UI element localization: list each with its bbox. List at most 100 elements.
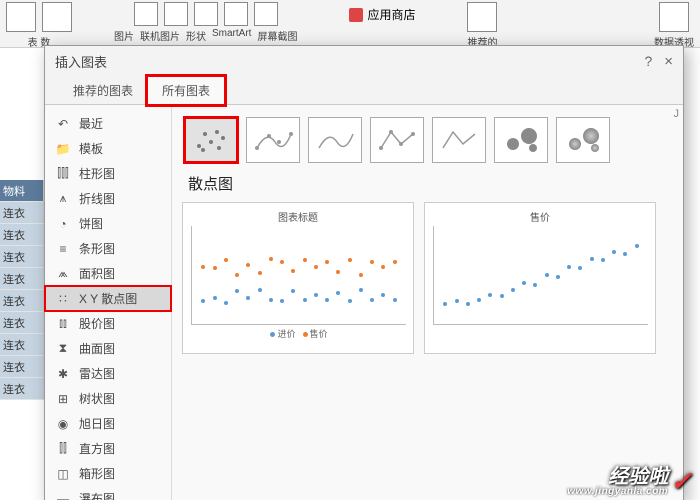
sidebar-item-14[interactable]: ◫ 箱形图 bbox=[45, 461, 171, 486]
sidebar-item-1[interactable]: 📁模板 bbox=[45, 136, 171, 161]
sidebar-item-label: 瀑布图 bbox=[79, 490, 115, 500]
sidebar-item-icon: ⩚ bbox=[55, 192, 71, 206]
app-store-button[interactable]: 应用商店 bbox=[349, 6, 415, 23]
sidebar-item-label: 柱形图 bbox=[79, 165, 115, 182]
preview1-plot bbox=[191, 226, 406, 325]
scatter-lines-icon bbox=[439, 124, 479, 156]
sidebar-item-2[interactable]: ⫿⫿⫿ 柱形图 bbox=[45, 161, 171, 186]
chart-main-panel: 散点图 图表标题 进价 售价 售价 bbox=[172, 105, 683, 500]
sidebar-item-0[interactable]: ↶ 最近 bbox=[45, 111, 171, 136]
bubble-3d-icon bbox=[563, 124, 603, 156]
dialog-tabs: 推荐的图表 所有图表 bbox=[45, 76, 683, 105]
sheet-cell: 连衣 bbox=[0, 312, 44, 334]
subtype-scatter-lines[interactable] bbox=[432, 117, 486, 163]
sidebar-item-icon: ⫿⫿ bbox=[55, 442, 71, 456]
sidebar-item-13[interactable]: ⫿⫿直方图 bbox=[45, 436, 171, 461]
sidebar-item-icon: ◫ bbox=[55, 467, 71, 481]
sidebar-item-9[interactable]: ⧗曲面图 bbox=[45, 336, 171, 361]
sidebar-item-label: 最近 bbox=[79, 115, 103, 132]
insert-chart-dialog: 插入图表 ? × 推荐的图表 所有图表 ↶最近📁模板⫿⫿⫿柱形图⩚折线图◔饼图≡… bbox=[44, 45, 684, 500]
sidebar-item-label: 箱形图 bbox=[79, 465, 115, 482]
ribbon-icon-online-picture[interactable] bbox=[164, 2, 188, 26]
sheet-header-cell: 物料 bbox=[0, 180, 44, 202]
subtype-bubble-3d[interactable] bbox=[556, 117, 610, 163]
sidebar-item-label: 雷达图 bbox=[79, 365, 115, 382]
subtype-scatter-smooth-markers[interactable] bbox=[246, 117, 300, 163]
ribbon-icon-recommended-chart[interactable] bbox=[467, 2, 497, 32]
subtype-scatter-smooth[interactable] bbox=[308, 117, 362, 163]
sidebar-item-icon: ◉ bbox=[55, 417, 71, 431]
chart-type-title: 散点图 bbox=[188, 173, 673, 194]
watermark-brand: 经验啦 bbox=[608, 467, 668, 487]
subtype-scatter-lines-markers[interactable] bbox=[370, 117, 424, 163]
ribbon-icon-smartart[interactable] bbox=[224, 2, 248, 26]
ribbon-label-online: 联机图片 bbox=[140, 28, 180, 43]
chart-preview-1[interactable]: 图表标题 进价 售价 bbox=[182, 202, 414, 354]
sidebar-item-6[interactable]: ⩕ 面积图 bbox=[45, 261, 171, 286]
sidebar-item-8[interactable]: ⫾⫾ 股价图 bbox=[45, 311, 171, 336]
sidebar-item-icon: ⩕ bbox=[55, 267, 71, 281]
legend-label-1: 进价 bbox=[277, 329, 295, 339]
sidebar-item-icon: ⫿⫿⫿ bbox=[55, 167, 71, 181]
sidebar-item-label: 模板 bbox=[79, 140, 103, 157]
legend-label-2: 售价 bbox=[310, 329, 328, 339]
tab-recommended[interactable]: 推荐的图表 bbox=[59, 77, 147, 104]
ribbon-icon-picture[interactable] bbox=[134, 2, 158, 26]
bubble-icon bbox=[501, 124, 541, 156]
sidebar-item-icon: ⫾⫾ bbox=[55, 317, 71, 331]
scatter-icon bbox=[191, 124, 231, 156]
sidebar-item-icon: ⊞ bbox=[55, 392, 71, 406]
subtype-bubble[interactable] bbox=[494, 117, 548, 163]
dialog-close-button[interactable]: × bbox=[664, 53, 673, 70]
watermark: 经验啦 www.jingyanla.com ✓ bbox=[567, 466, 692, 497]
ribbon-icon-screenshot[interactable] bbox=[254, 2, 278, 26]
ribbon-icon-shapes[interactable] bbox=[194, 2, 218, 26]
chart-subtype-row bbox=[184, 117, 673, 163]
sidebar-item-label: 面积图 bbox=[79, 265, 115, 282]
column-letter: J bbox=[674, 108, 680, 120]
sidebar-item-4[interactable]: ◔饼图 bbox=[45, 211, 171, 236]
sidebar-item-15[interactable]: ▬瀑布图 bbox=[45, 486, 171, 500]
ribbon-label-smart: SmartArt bbox=[212, 28, 251, 43]
sidebar-item-label: 树状图 bbox=[79, 390, 115, 407]
sheet-cell: 连衣 bbox=[0, 356, 44, 378]
check-icon: ✓ bbox=[670, 466, 692, 497]
ribbon-label-screenshot: 屏幕截图 bbox=[257, 28, 297, 43]
ribbon-icon-pivot[interactable] bbox=[42, 2, 72, 32]
sidebar-item-icon: ↶ bbox=[55, 117, 71, 131]
preview2-title: 售价 bbox=[433, 209, 647, 224]
sidebar-item-11[interactable]: ⊞ 树状图 bbox=[45, 386, 171, 411]
sidebar-item-label: 曲面图 bbox=[79, 340, 115, 357]
scatter-lines-markers-icon bbox=[377, 124, 417, 156]
sidebar-item-7[interactable]: ∷X Y 散点图 bbox=[45, 286, 171, 311]
sidebar-item-10[interactable]: ✱雷达图 bbox=[45, 361, 171, 386]
ribbon-icon-pivot-table[interactable] bbox=[659, 2, 689, 32]
sidebar-item-5[interactable]: ≡条形图 bbox=[45, 236, 171, 261]
sidebar-item-icon: ≡ bbox=[55, 242, 71, 256]
sheet-cell: 连衣 bbox=[0, 202, 44, 224]
chart-preview-2[interactable]: 售价 bbox=[424, 202, 656, 354]
sheet-cell: 连衣 bbox=[0, 246, 44, 268]
preview2-plot bbox=[433, 226, 648, 325]
scatter-smooth-icon bbox=[315, 124, 355, 156]
sidebar-item-label: 股价图 bbox=[79, 315, 115, 332]
sheet-cell: 连衣 bbox=[0, 224, 44, 246]
sidebar-item-12[interactable]: ◉ 旭日图 bbox=[45, 411, 171, 436]
sidebar-item-icon: ◔ bbox=[55, 217, 71, 231]
ribbon-label-pic: 图片 bbox=[114, 28, 134, 43]
watermark-url: www.jingyanla.com bbox=[567, 487, 668, 497]
chart-category-sidebar: ↶ 最近 📁模板 ⫿⫿⫿ 柱形图 ⩚ 折线图 ◔饼图≡条形图 ⩕ 面积图 ∷X Y 散点图 ⫾⫾ 股价图… bbox=[45, 105, 172, 500]
sheet-cell: 连衣 bbox=[0, 378, 44, 400]
sheet-cell: 连衣 bbox=[0, 334, 44, 356]
dialog-help-button[interactable]: ? bbox=[644, 53, 652, 69]
ribbon-label-table: 表 bbox=[28, 38, 38, 48]
ribbon-icon-table[interactable] bbox=[6, 2, 36, 32]
ribbon: 表 数 图片 联机图片 形状 SmartArt 屏幕截图 应用商店 bbox=[0, 0, 700, 48]
sidebar-item-3[interactable]: ⩚ 折线图 bbox=[45, 186, 171, 211]
tab-all-charts[interactable]: 所有图表 bbox=[147, 76, 225, 105]
sidebar-item-label: 折线图 bbox=[79, 190, 115, 207]
subtype-scatter[interactable] bbox=[184, 117, 238, 163]
sidebar-item-icon: ∷ bbox=[55, 292, 71, 306]
sidebar-item-label: 旭日图 bbox=[79, 415, 115, 432]
bag-icon bbox=[349, 8, 363, 22]
